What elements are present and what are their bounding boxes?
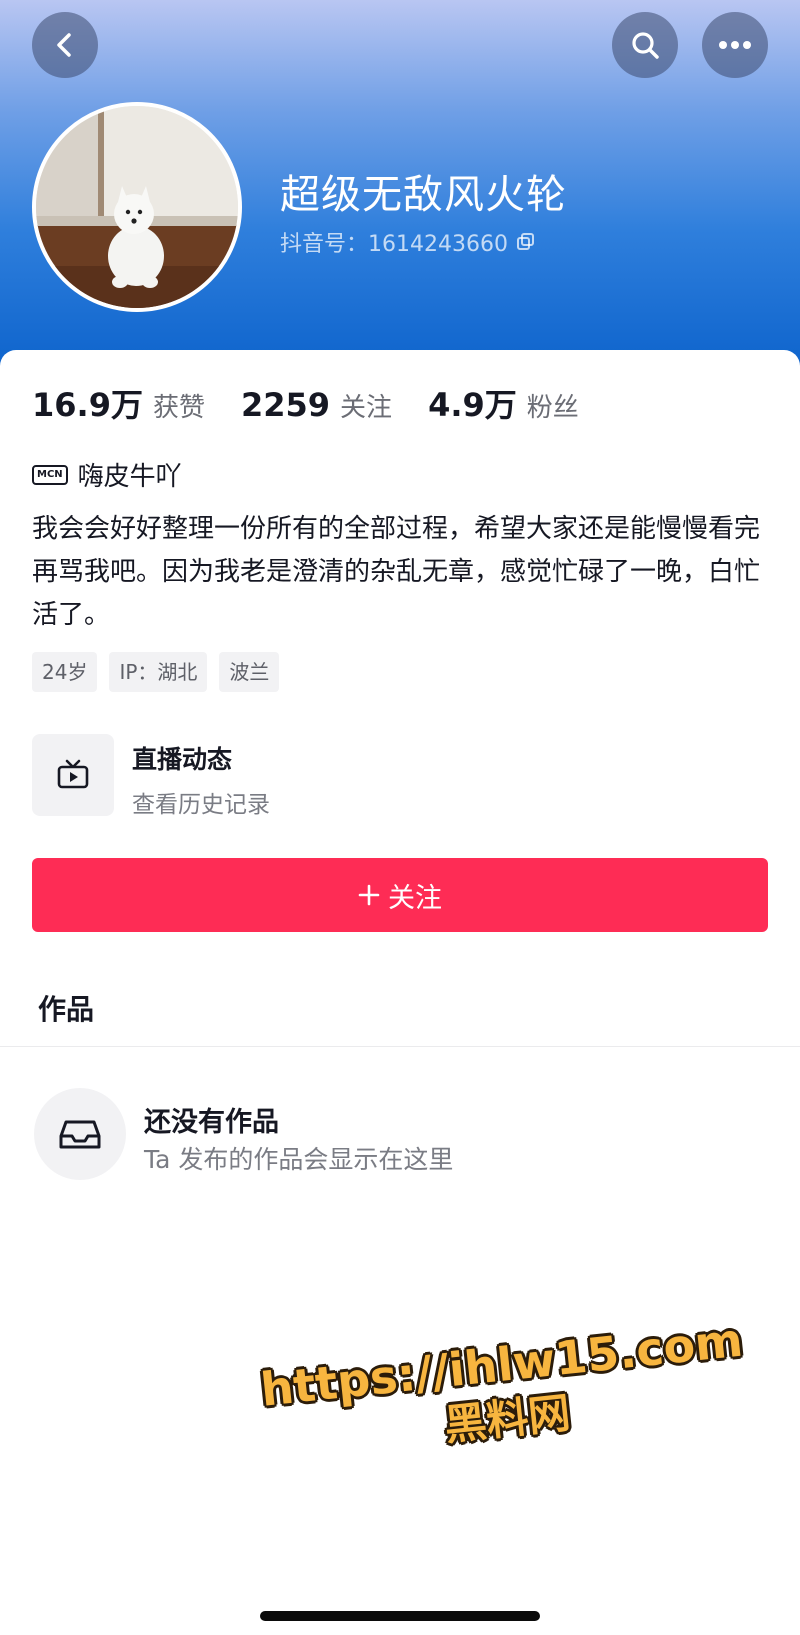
stat-following[interactable]: 2259 关注 xyxy=(241,386,392,424)
avatar-dog-photo xyxy=(36,106,238,308)
live-history-tile[interactable] xyxy=(32,734,114,816)
mcn-badge: MCN xyxy=(32,464,68,485)
live-subtitle[interactable]: 查看历史记录 xyxy=(132,785,270,819)
profile-name: 超级无敌风火轮 xyxy=(280,172,567,218)
search-button[interactable] xyxy=(612,12,678,78)
douyin-id-text: 抖音号：1614243660 xyxy=(280,232,508,257)
tag-region: 波兰 xyxy=(219,652,280,692)
stat-likes-label: 获赞 xyxy=(152,393,205,423)
stat-followers-value: 4.9万 xyxy=(428,386,517,424)
empty-works-title: 还没有作品 xyxy=(144,1107,279,1138)
stat-following-value: 2259 xyxy=(240,386,331,424)
tab-works[interactable]: 作品 xyxy=(38,988,94,1028)
profile-tags: 24岁 IP：湖北 波兰 xyxy=(32,652,280,692)
mcn-name: 嗨皮牛吖 xyxy=(77,462,182,492)
plus-icon xyxy=(358,884,380,906)
mcn-row[interactable]: MCN 嗨皮牛吖 xyxy=(32,456,182,493)
douyin-id[interactable]: 抖音号：1614243660 xyxy=(280,226,536,258)
home-indicator[interactable] xyxy=(260,1611,540,1621)
tag-ip-location: IP：湖北 xyxy=(109,652,208,692)
more-dots-icon xyxy=(719,41,751,49)
live-title[interactable]: 直播动态 xyxy=(132,740,232,776)
back-button[interactable] xyxy=(32,12,98,78)
tv-icon xyxy=(57,759,89,789)
follow-button-label: 关注 xyxy=(388,882,442,913)
empty-works-icon-circle xyxy=(34,1088,126,1180)
stat-likes[interactable]: 16.9万 获赞 xyxy=(32,380,205,426)
stat-followers[interactable]: 4.9万 粉丝 xyxy=(428,380,579,426)
profile-bio: 我会会好好整理一份所有的全部过程，希望大家还是能慢慢看完再骂我吧。因为我老是澄清… xyxy=(32,514,761,630)
inbox-icon xyxy=(59,1120,101,1149)
stat-followers-label: 粉丝 xyxy=(526,393,579,423)
avatar[interactable] xyxy=(32,102,242,312)
tag-age: 24岁 xyxy=(32,652,98,692)
empty-works-subtitle: Ta 发布的作品会显示在这里 xyxy=(144,1145,454,1174)
works-divider xyxy=(0,1046,800,1047)
follow-button[interactable]: 关注 xyxy=(32,858,768,932)
copy-icon[interactable] xyxy=(516,232,536,252)
search-icon xyxy=(632,32,659,59)
more-button[interactable] xyxy=(702,12,768,78)
stat-following-label: 关注 xyxy=(340,393,393,423)
chevron-left-icon xyxy=(57,33,71,57)
stat-likes-value: 16.9万 xyxy=(32,386,143,424)
profile-stats: 16.9万 获赞 2259 关注 4.9万 粉丝 xyxy=(32,380,615,426)
